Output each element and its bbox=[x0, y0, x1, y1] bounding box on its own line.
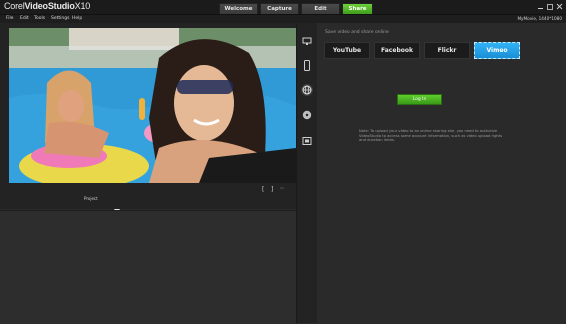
vimeo-button[interactable]: Vimeo bbox=[474, 42, 520, 59]
minimize-icon[interactable] bbox=[538, 8, 543, 9]
tab-share[interactable]: Share bbox=[342, 3, 373, 14]
share-destinations: YouTube Facebook Flickr Vimeo bbox=[324, 42, 520, 59]
web-output-button[interactable] bbox=[301, 84, 313, 96]
maximize-icon[interactable] bbox=[547, 4, 553, 10]
preview-frame-image bbox=[9, 28, 296, 183]
tab-welcome[interactable]: Welcome bbox=[219, 3, 258, 14]
share-section-title: Save video and share online bbox=[325, 30, 389, 35]
tab-edit[interactable]: Edit bbox=[301, 3, 340, 14]
window-controls bbox=[538, 3, 563, 10]
login-button[interactable]: Log In bbox=[397, 94, 442, 105]
youtube-button[interactable]: YouTube bbox=[324, 42, 370, 59]
share-category-sidebar bbox=[296, 23, 318, 323]
disc-icon bbox=[302, 110, 312, 120]
menu-settings[interactable]: Settings bbox=[51, 15, 69, 23]
upload-note: Note: To upload your video to an online … bbox=[359, 129, 503, 143]
player-panel: [ ] ✂ Project ▶ ⏮ ◀ ▶ ⏭ ↻ 🔈 HD 00:00:00:… bbox=[0, 23, 296, 229]
menu-tools[interactable]: Tools bbox=[34, 15, 45, 23]
close-icon[interactable] bbox=[556, 3, 563, 10]
mobile-device-icon bbox=[304, 59, 310, 71]
split-icon[interactable]: ✂ bbox=[280, 186, 284, 192]
tab-capture[interactable]: Capture bbox=[260, 3, 299, 14]
mark-in-icon[interactable]: [ bbox=[262, 186, 264, 193]
device-output-button[interactable] bbox=[301, 59, 313, 71]
facebook-button[interactable]: Facebook bbox=[374, 42, 420, 59]
3d-output-button[interactable] bbox=[301, 135, 313, 147]
monitor-icon bbox=[302, 37, 312, 45]
app-title-version: X10 bbox=[74, 1, 91, 11]
disc-output-button[interactable] bbox=[301, 109, 313, 121]
app-title: CorelVideoStudioX10 bbox=[4, 1, 90, 11]
film-frame-icon bbox=[302, 137, 312, 145]
globe-icon bbox=[302, 85, 312, 95]
lower-panel bbox=[0, 210, 296, 324]
project-info: MyMovie, 1440*1080 bbox=[517, 16, 562, 21]
mark-out-icon[interactable]: ] bbox=[271, 186, 273, 193]
menu-file[interactable]: File bbox=[6, 15, 14, 23]
menu-bar: File Edit Tools Settings Help MyMovie, 1… bbox=[0, 15, 566, 23]
computer-output-button[interactable] bbox=[301, 35, 313, 47]
app-title-prefix: Corel bbox=[4, 1, 25, 11]
project-mode-label[interactable]: Project bbox=[84, 196, 98, 201]
menu-edit[interactable]: Edit bbox=[20, 15, 29, 23]
video-preview bbox=[9, 28, 296, 183]
title-bar: CorelVideoStudioX10 Welcome Capture Edit… bbox=[0, 0, 566, 15]
menu-help[interactable]: Help bbox=[72, 15, 82, 23]
flickr-button[interactable]: Flickr bbox=[424, 42, 470, 59]
app-title-main: VideoStudio bbox=[24, 1, 75, 11]
share-panel: Save video and share online YouTube Face… bbox=[317, 23, 566, 323]
workspace-tabs: Welcome Capture Edit Share bbox=[219, 3, 373, 14]
